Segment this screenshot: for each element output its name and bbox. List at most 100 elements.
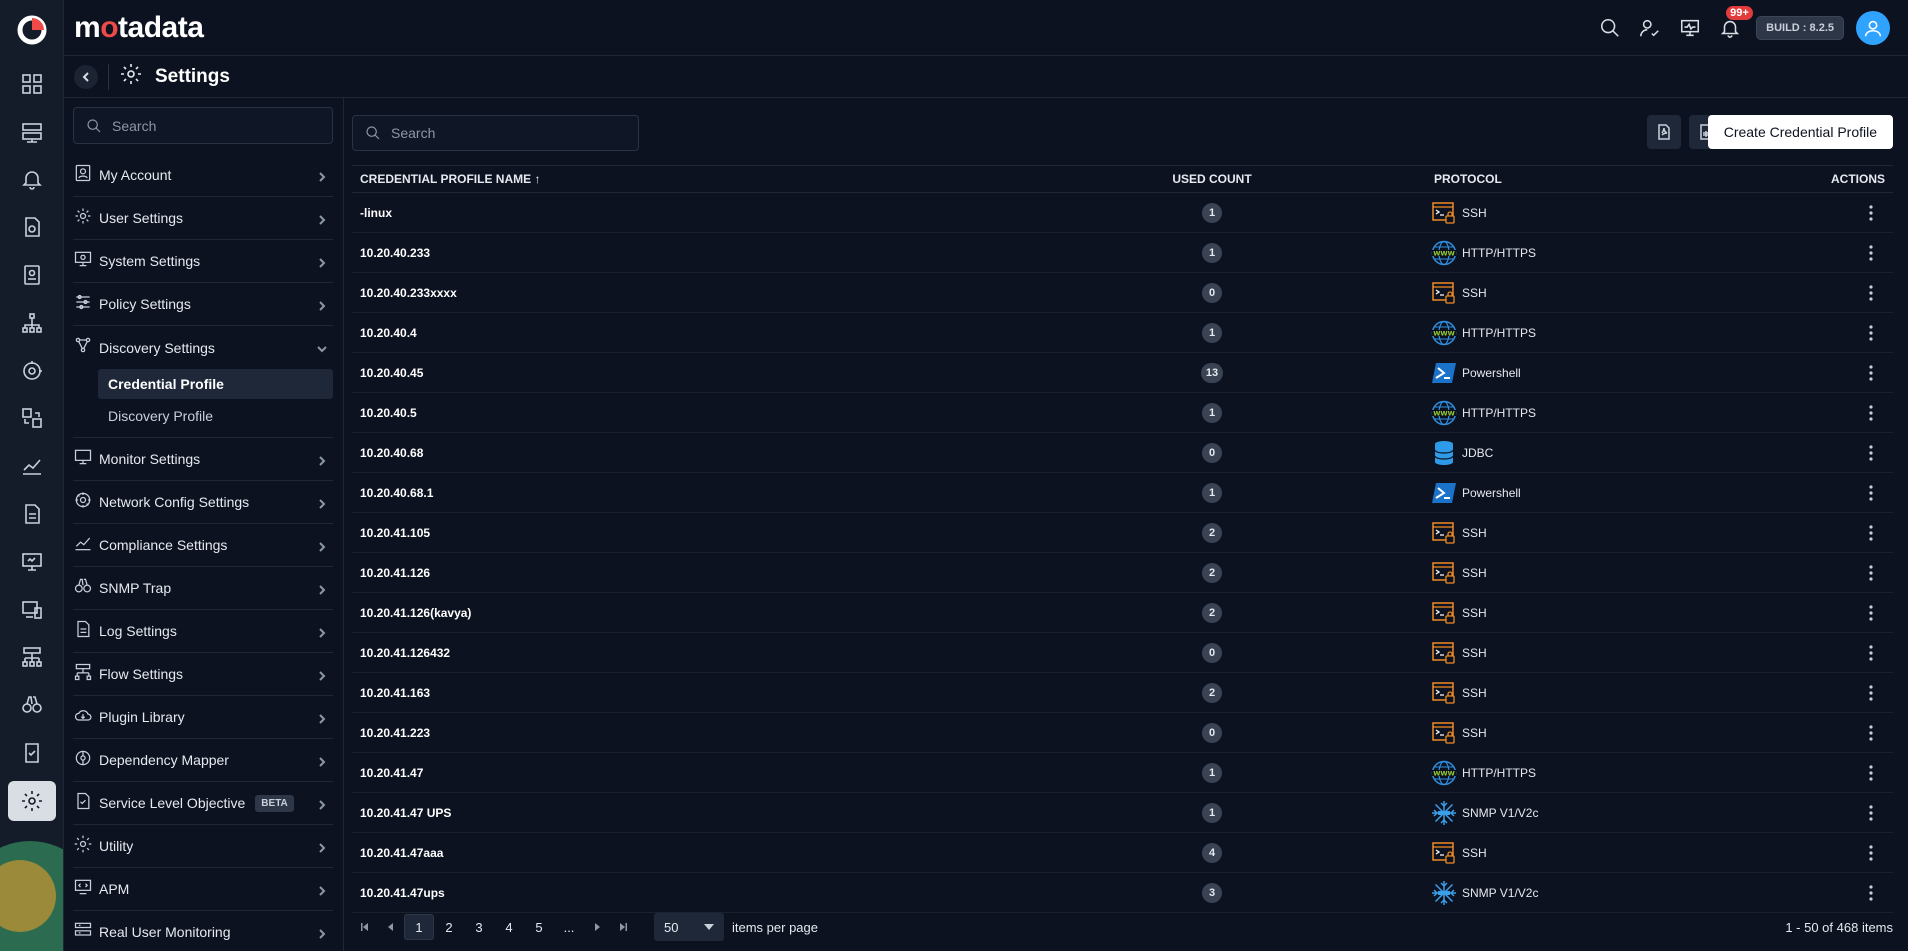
table-row[interactable]: 10.20.41.47aaa 4 SSH (352, 833, 1893, 873)
sidebar-subitem-discovery-profile[interactable]: Discovery Profile (98, 401, 333, 431)
row-actions-button[interactable] (1861, 879, 1881, 907)
user-avatar[interactable] (1856, 11, 1890, 45)
credential-profile-name[interactable]: 10.20.41.47aaa (360, 846, 443, 860)
credential-profile-name[interactable]: 10.20.40.68.1 (360, 486, 433, 500)
rail-discovery-icon[interactable] (0, 347, 63, 395)
credential-profile-name[interactable]: 10.20.41.126(kavya) (360, 606, 471, 620)
logo-icon[interactable] (0, 0, 63, 60)
create-credential-profile-button[interactable]: Create Credential Profile (1707, 115, 1893, 149)
rail-monitor-icon[interactable] (0, 538, 63, 586)
sidebar-item-dependency-mapper[interactable]: Dependency Mapper (73, 739, 333, 782)
rail-alert-bell-icon[interactable] (0, 156, 63, 204)
rail-compliance-icon[interactable] (0, 729, 63, 777)
row-actions-button[interactable] (1861, 319, 1881, 347)
table-row[interactable]: 10.20.41.163 2 SSH (352, 673, 1893, 713)
row-actions-button[interactable] (1861, 279, 1881, 307)
sidebar-item-policy-settings[interactable]: Policy Settings (73, 283, 333, 326)
rail-inventory-icon[interactable] (0, 251, 63, 299)
table-row[interactable]: 10.20.40.68.1 1 Powershell (352, 473, 1893, 513)
page-number-button[interactable]: 1 (404, 914, 434, 940)
table-row[interactable]: 10.20.40.45 13 Powershell (352, 353, 1893, 393)
row-actions-button[interactable] (1861, 719, 1881, 747)
table-row[interactable]: 10.20.40.233xxxx 0 SSH (352, 273, 1893, 313)
row-actions-button[interactable] (1861, 679, 1881, 707)
credential-profile-name[interactable]: 10.20.40.45 (360, 366, 423, 380)
back-button[interactable] (74, 64, 98, 89)
table-row[interactable]: 10.20.41.126(kavya) 2 SSH (352, 593, 1893, 633)
brand-logo[interactable]: motadata (74, 11, 204, 45)
table-row[interactable]: -linux 1 SSH (352, 193, 1893, 233)
credential-profile-name[interactable]: 10.20.40.5 (360, 406, 417, 420)
rail-network-icon[interactable] (0, 634, 63, 682)
sidebar-item-my-account[interactable]: My Account (73, 154, 333, 197)
sidebar-item-snmp-trap[interactable]: SNMP Trap (73, 567, 333, 610)
credential-profile-name[interactable]: 10.20.40.233xxxx (360, 286, 457, 300)
table-search[interactable] (352, 115, 639, 151)
rail-dashboard-icon[interactable] (0, 60, 63, 108)
table-row[interactable]: 10.20.41.223 0 SSH (352, 713, 1893, 753)
rail-document-icon[interactable] (0, 490, 63, 538)
rail-topology-icon[interactable] (0, 299, 63, 347)
credential-profile-name[interactable]: 10.20.40.68 (360, 446, 423, 460)
first-page-button[interactable] (352, 914, 378, 940)
monitor-activity-icon[interactable] (1676, 14, 1704, 42)
sidebar-item-monitor-settings[interactable]: Monitor Settings (73, 438, 333, 481)
rail-reports-icon[interactable] (0, 203, 63, 251)
page-size-select[interactable]: 50 (654, 913, 724, 941)
table-row[interactable]: 10.20.40.233 1 WWW HTTP/HTTPS (352, 233, 1893, 273)
credential-profile-name[interactable]: 10.20.41.126432 (360, 646, 450, 660)
credential-profile-name[interactable]: 10.20.41.47ups (360, 886, 445, 900)
table-row[interactable]: 10.20.41.105 2 SSH (352, 513, 1893, 553)
table-row[interactable]: 10.20.41.47 UPS 1 SNMP V1/V2c (352, 793, 1893, 833)
sidebar-item-network-config-settings[interactable]: Network Config Settings (73, 481, 333, 524)
row-actions-button[interactable] (1861, 799, 1881, 827)
rail-binoculars-icon[interactable] (0, 681, 63, 729)
row-actions-button[interactable] (1861, 559, 1881, 587)
rail-workflow-icon[interactable] (0, 395, 63, 443)
sidebar-item-log-settings[interactable]: Log Settings (73, 610, 333, 653)
row-actions-button[interactable] (1861, 599, 1881, 627)
prev-page-button[interactable] (378, 914, 404, 940)
next-page-button[interactable] (584, 914, 610, 940)
sidebar-item-discovery-settings[interactable]: Discovery Settings (73, 326, 333, 369)
sidebar-subitem-credential-profile[interactable]: Credential Profile (98, 369, 333, 399)
row-actions-button[interactable] (1861, 399, 1881, 427)
table-row[interactable]: 10.20.40.4 1 WWW HTTP/HTTPS (352, 313, 1893, 353)
sidebar-item-flow-settings[interactable]: Flow Settings (73, 653, 333, 696)
table-row[interactable]: 10.20.41.47 1 WWW HTTP/HTTPS (352, 753, 1893, 793)
credential-profile-name[interactable]: 10.20.41.163 (360, 686, 430, 700)
table-row[interactable]: 10.20.40.5 1 WWW HTTP/HTTPS (352, 393, 1893, 433)
row-actions-button[interactable] (1861, 479, 1881, 507)
rail-settings-icon[interactable] (0, 777, 63, 825)
table-row[interactable]: 10.20.41.47ups 3 SNMP V1/V2c (352, 873, 1893, 913)
sidebar-item-user-settings[interactable]: User Settings (73, 197, 333, 240)
credential-profile-name[interactable]: 10.20.41.223 (360, 726, 430, 740)
rail-metrics-icon[interactable] (0, 442, 63, 490)
page-number-button[interactable]: 2 (434, 914, 464, 940)
sidebar-item-system-settings[interactable]: System Settings (73, 240, 333, 283)
credential-profile-name[interactable]: 10.20.41.105 (360, 526, 430, 540)
page-number-button[interactable]: 5 (524, 914, 554, 940)
rail-servers-icon[interactable] (0, 108, 63, 156)
global-search-icon[interactable] (1596, 14, 1624, 42)
credential-profile-name[interactable]: -linux (360, 206, 392, 220)
sidebar-search-input[interactable] (112, 117, 312, 134)
export-pdf-button[interactable] (1647, 115, 1681, 149)
row-actions-button[interactable] (1861, 519, 1881, 547)
notification-bell-icon[interactable]: 99+ (1716, 6, 1753, 42)
table-row[interactable]: 10.20.41.126 2 SSH (352, 553, 1893, 593)
credential-profile-name[interactable]: 10.20.40.4 (360, 326, 417, 340)
sidebar-search[interactable] (73, 107, 333, 144)
credential-profile-name[interactable]: 10.20.41.126 (360, 566, 430, 580)
sidebar-item-service-level-objective[interactable]: Service Level Objective BETA (73, 782, 333, 825)
row-actions-button[interactable] (1861, 439, 1881, 467)
row-actions-button[interactable] (1861, 759, 1881, 787)
sidebar-item-apm[interactable]: APM (73, 868, 333, 911)
user-check-icon[interactable] (1636, 14, 1664, 42)
rail-devices-icon[interactable] (0, 586, 63, 634)
credential-profile-name[interactable]: 10.20.41.47 UPS (360, 806, 451, 820)
sidebar-item-real-user-monitoring[interactable]: Real User Monitoring (73, 911, 333, 951)
row-actions-button[interactable] (1861, 839, 1881, 867)
table-search-input[interactable] (391, 125, 591, 141)
column-header-name[interactable]: CREDENTIAL PROFILE NAME ↑ (360, 172, 540, 186)
